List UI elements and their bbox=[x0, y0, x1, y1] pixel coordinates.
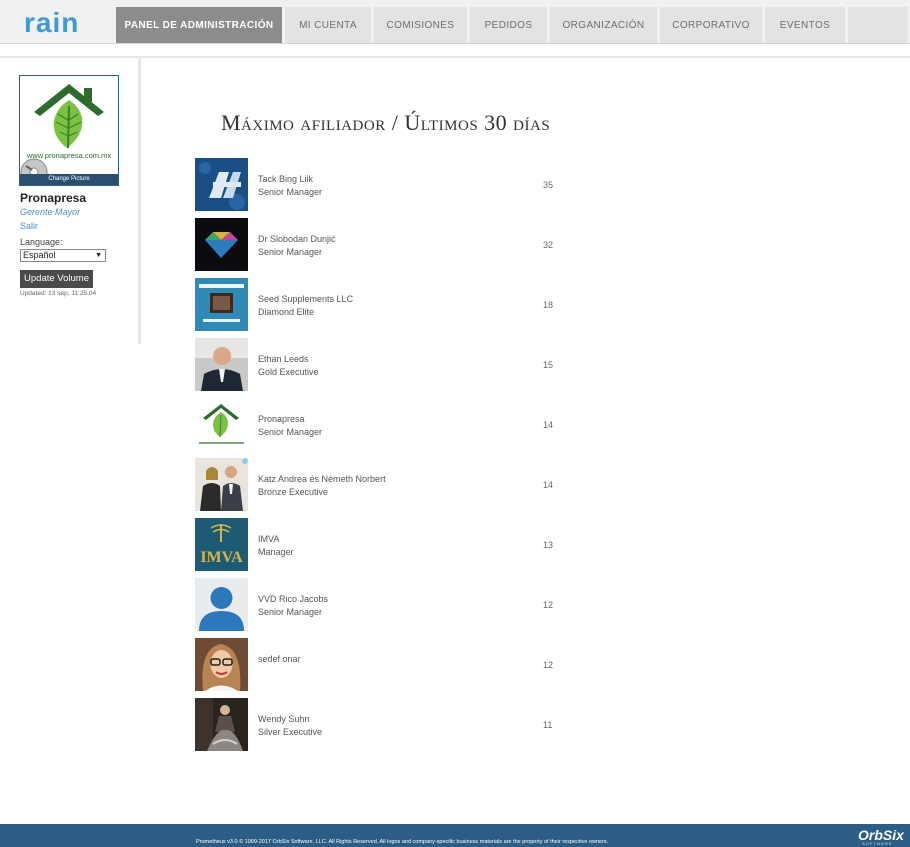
list-item[interactable]: IMVA IMVA Manager 13 bbox=[195, 518, 575, 578]
gem-icon[interactable] bbox=[195, 218, 248, 271]
nav-tab-commissions[interactable]: COMISIONES bbox=[374, 7, 467, 43]
sponsor-count: 13 bbox=[543, 540, 554, 550]
member-name[interactable]: Katz Andrea és Németh Norbert bbox=[258, 474, 386, 484]
list-item[interactable]: Tack Bing Liik Senior Manager 35 bbox=[195, 158, 575, 218]
logout-link[interactable]: Salir bbox=[20, 221, 38, 231]
member-name[interactable]: Tack Bing Liik bbox=[258, 174, 313, 184]
rain-logo[interactable]: rain bbox=[24, 8, 88, 38]
list-item[interactable]: Katz Andrea és Németh Norbert Bronze Exe… bbox=[195, 458, 575, 518]
language-label: Language: bbox=[20, 237, 63, 247]
nav-tab-more[interactable] bbox=[848, 7, 908, 43]
member-name[interactable]: Seed Supplements LLC bbox=[258, 294, 353, 304]
member-rank: Manager bbox=[258, 547, 294, 557]
member-rank: Gold Executive bbox=[258, 367, 319, 377]
update-volume-button[interactable]: Update Volume bbox=[20, 270, 93, 288]
nav-tab-admin-panel[interactable]: PANEL DE ADMINISTRACIÓN bbox=[116, 7, 282, 43]
list-item[interactable]: VVD Rico Jacobs Senior Manager 12 bbox=[195, 578, 575, 638]
member-name[interactable]: VVD Rico Jacobs bbox=[258, 594, 328, 604]
profile-picture[interactable]: www.pronapresa.com.mx Change Picture bbox=[19, 75, 119, 186]
user-rank: Gerente Mayor bbox=[20, 207, 81, 217]
member-rank: Diamond Elite bbox=[258, 307, 315, 317]
page-title: Máximo afiliador / Últimos 30 días bbox=[221, 110, 551, 135]
member-name[interactable]: Pronapresa bbox=[258, 414, 305, 424]
copyright-text: Prometheus v3.0 © 1999-2017 OrbSix Softw… bbox=[196, 839, 609, 845]
member-rank: Senior Manager bbox=[258, 427, 323, 437]
chevron-down-icon: ▼ bbox=[95, 252, 102, 259]
sponsor-count: 18 bbox=[543, 300, 554, 310]
member-name[interactable]: Ethan Leeds bbox=[258, 354, 309, 364]
member-rank: Silver Executive bbox=[258, 727, 323, 737]
default-user-icon[interactable] bbox=[195, 578, 248, 631]
woman-photo[interactable] bbox=[195, 638, 248, 691]
member-rank: Senior Manager bbox=[258, 607, 323, 617]
list-item[interactable]: Seed Supplements LLC Diamond Elite 18 bbox=[195, 278, 575, 338]
sponsor-count: 35 bbox=[543, 180, 554, 190]
sponsor-count: 14 bbox=[543, 420, 554, 430]
sidebar: www.pronapresa.com.mx Change Picture Pro… bbox=[0, 58, 141, 344]
member-name[interactable]: sedef onar bbox=[258, 654, 301, 664]
nav-tab-my-account[interactable]: MI CUENTA bbox=[285, 7, 371, 43]
list-item[interactable]: Ethan Leeds Gold Executive 15 bbox=[195, 338, 575, 398]
member-name[interactable]: IMVA bbox=[258, 534, 279, 544]
change-picture-button[interactable]: Change Picture bbox=[20, 174, 118, 185]
sponsor-count: 12 bbox=[543, 660, 554, 670]
top-navigation-bar: rain PANEL DE ADMINISTRACIÓN MI CUENTA C… bbox=[0, 0, 910, 44]
nav-tab-organization[interactable]: ORGANIZACIÓN bbox=[550, 7, 657, 43]
svg-text:IMVA: IMVA bbox=[200, 549, 243, 566]
sponsor-count: 15 bbox=[543, 360, 554, 370]
sponsor-count: 32 bbox=[543, 240, 554, 250]
footer: Prometheus v3.0 © 1999-2017 OrbSix Softw… bbox=[0, 824, 910, 847]
house-leaf-logo[interactable] bbox=[195, 398, 248, 451]
user-name: Pronapresa bbox=[20, 191, 87, 205]
imva-logo[interactable]: IMVA bbox=[195, 518, 248, 571]
list-item[interactable]: Dr Slobodan Dunjić Senior Manager 32 bbox=[195, 218, 575, 278]
updated-timestamp: Updated: 13 sep, 11:25:04 bbox=[20, 290, 97, 297]
book-cover-icon[interactable] bbox=[195, 278, 248, 331]
language-select[interactable]: Español ▼ bbox=[20, 249, 106, 262]
dancer-photo[interactable] bbox=[195, 698, 248, 751]
blue-logo-icon[interactable] bbox=[195, 158, 248, 211]
member-name[interactable]: Dr Slobodan Dunjić bbox=[258, 234, 336, 244]
language-select-value: Español bbox=[23, 250, 56, 260]
member-rank: Senior Manager bbox=[258, 187, 323, 197]
list-item[interactable]: Pronapresa Senior Manager 14 bbox=[195, 398, 575, 458]
main-nav-tabs: PANEL DE ADMINISTRACIÓN MI CUENTA COMISI… bbox=[116, 7, 910, 43]
person-photo[interactable] bbox=[195, 338, 248, 391]
member-name[interactable]: Wendy Suhn bbox=[258, 714, 309, 724]
couple-photo[interactable] bbox=[195, 458, 248, 511]
member-rank: Bronze Executive bbox=[258, 487, 329, 497]
svg-text:rain: rain bbox=[24, 8, 79, 38]
orbsix-logo-subtitle: SOFTWARE bbox=[862, 841, 893, 846]
nav-tab-corporate[interactable]: CORPORATIVO bbox=[660, 7, 762, 43]
list-item[interactable]: Wendy Suhn Silver Executive 11 bbox=[195, 698, 575, 758]
nav-tab-events[interactable]: EVENTOS bbox=[765, 7, 845, 43]
sponsor-count: 14 bbox=[543, 480, 554, 490]
sponsor-count: 11 bbox=[543, 720, 553, 730]
sponsor-count: 12 bbox=[543, 600, 554, 610]
top-sponsor-list: Tack Bing Liik Senior Manager 35 Dr Slob… bbox=[195, 158, 575, 758]
nav-tab-orders[interactable]: PEDIDOS bbox=[470, 7, 547, 43]
member-rank: Senior Manager bbox=[258, 247, 323, 257]
list-item[interactable]: sedef onar 12 bbox=[195, 638, 575, 698]
